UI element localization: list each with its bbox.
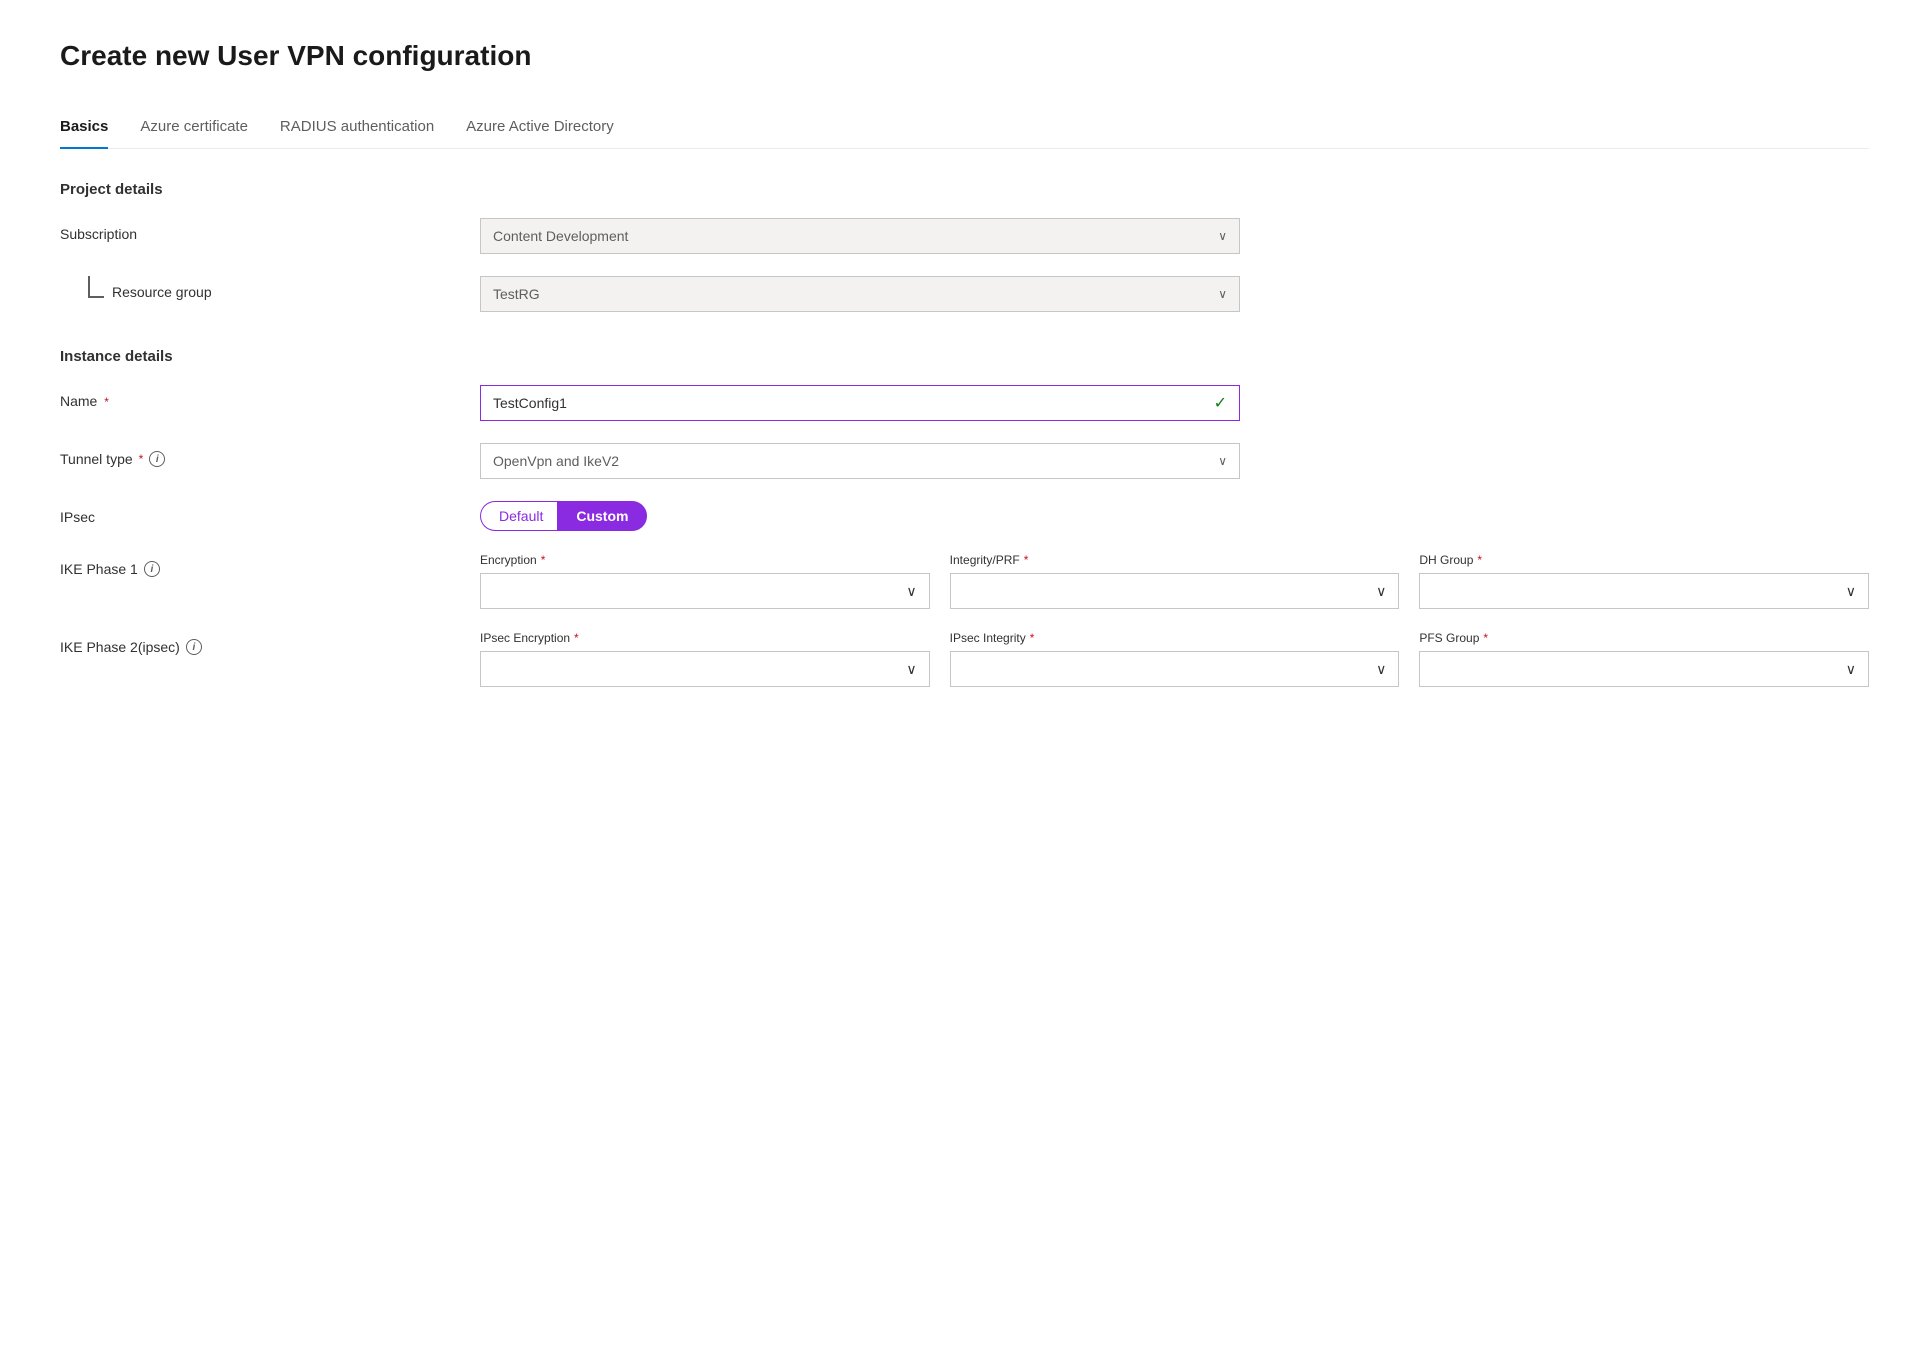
ike-phase1-dh-label-row: DH Group * xyxy=(1419,553,1869,567)
ike-phase1-dh-label: DH Group xyxy=(1419,553,1473,567)
name-row: Name * TestConfig1 ✓ xyxy=(60,385,1869,421)
name-label: Name xyxy=(60,393,97,409)
ike-phase2-ipsec-encryption-required: * xyxy=(574,631,579,645)
ike-phase2-info-icon[interactable]: i xyxy=(186,639,202,655)
ike-phase1-fields: Encryption * ∨ Integrity/PRF * ∨ xyxy=(480,553,1869,609)
ike-phase2-pfs-group: PFS Group * ∨ xyxy=(1419,631,1869,687)
tunnel-type-label-col: Tunnel type * i xyxy=(60,443,480,467)
ike-phase2-ipsec-encryption-chevron-icon: ∨ xyxy=(906,661,916,678)
tunnel-type-row: Tunnel type * i OpenVpn and IkeV2 ∨ xyxy=(60,443,1869,479)
ike-phase2-ipsec-encryption-dropdown[interactable]: ∨ xyxy=(480,651,930,687)
ike-phase1-dh-required: * xyxy=(1477,553,1482,567)
subscription-label: Subscription xyxy=(60,218,480,242)
ipsec-toggle-group: Default Custom xyxy=(480,501,1240,531)
project-details-section: Project details Subscription Content Dev… xyxy=(60,181,1869,312)
tabs-container: Basics Azure certificate RADIUS authenti… xyxy=(60,108,1869,149)
subscription-control: Content Development ∨ xyxy=(480,218,1240,254)
ike-phase1-dh-chevron-icon: ∨ xyxy=(1846,583,1856,600)
ike-phase2-ipsec-integrity-chevron-icon: ∨ xyxy=(1376,661,1386,678)
tunnel-type-label: Tunnel type xyxy=(60,451,133,467)
ike-phase2-ipsec-integrity-dropdown[interactable]: ∨ xyxy=(950,651,1400,687)
ike-phase2-ipsec-integrity-required: * xyxy=(1030,631,1035,645)
subscription-dropdown[interactable]: Content Development ∨ xyxy=(480,218,1240,254)
ike-phase2-label-col: IKE Phase 2(ipsec) i xyxy=(60,631,480,655)
subscription-value: Content Development xyxy=(493,228,628,244)
subscription-row: Subscription Content Development ∨ xyxy=(60,218,1869,254)
ipsec-label: IPsec xyxy=(60,501,480,525)
ike-phase2-ipsec-integrity-group: IPsec Integrity * ∨ xyxy=(950,631,1400,687)
instance-details-title: Instance details xyxy=(60,348,1869,365)
ike-phase2-row: IKE Phase 2(ipsec) i IPsec Encryption * … xyxy=(60,631,1869,687)
ike-phase2-label: IKE Phase 2(ipsec) xyxy=(60,639,180,655)
instance-details-section: Instance details Name * TestConfig1 ✓ Tu… xyxy=(60,348,1869,687)
ike-phase1-encryption-group: Encryption * ∨ xyxy=(480,553,930,609)
resource-group-row: Resource group TestRG ∨ xyxy=(60,276,1869,312)
resource-group-chevron-icon: ∨ xyxy=(1218,287,1227,301)
name-input[interactable]: TestConfig1 ✓ xyxy=(480,385,1240,421)
name-value: TestConfig1 xyxy=(493,395,567,411)
ike-phase2-ipsec-integrity-label: IPsec Integrity xyxy=(950,631,1026,645)
tunnel-type-value: OpenVpn and IkeV2 xyxy=(493,453,619,469)
resource-group-value: TestRG xyxy=(493,286,540,302)
ike-phase1-encryption-chevron-icon: ∨ xyxy=(906,583,916,600)
ike-phase1-integrity-dropdown[interactable]: ∨ xyxy=(950,573,1400,609)
ike-phase2-fields: IPsec Encryption * ∨ IPsec Integrity * ∨ xyxy=(480,631,1869,687)
ike-phase2-ipsec-encryption-group: IPsec Encryption * ∨ xyxy=(480,631,930,687)
ike-phase1-encryption-dropdown[interactable]: ∨ xyxy=(480,573,930,609)
ike-phase1-integrity-label-row: Integrity/PRF * xyxy=(950,553,1400,567)
tunnel-type-chevron-icon: ∨ xyxy=(1218,454,1227,468)
page-title: Create new User VPN configuration xyxy=(60,40,1869,72)
ike-phase1-encryption-label-row: Encryption * xyxy=(480,553,930,567)
ike-phase1-info-icon[interactable]: i xyxy=(144,561,160,577)
ike-phase2-ipsec-encryption-label-row: IPsec Encryption * xyxy=(480,631,930,645)
ike-phase1-encryption-label: Encryption xyxy=(480,553,537,567)
subscription-chevron-icon: ∨ xyxy=(1218,229,1227,243)
ipsec-custom-button[interactable]: Custom xyxy=(557,501,647,531)
ike-phase2-pfs-dropdown[interactable]: ∨ xyxy=(1419,651,1869,687)
ike-phase2-pfs-label: PFS Group xyxy=(1419,631,1479,645)
ipsec-row: IPsec Default Custom xyxy=(60,501,1869,531)
project-details-title: Project details xyxy=(60,181,1869,198)
tab-azure-active-directory[interactable]: Azure Active Directory xyxy=(466,108,614,149)
ipsec-control: Default Custom xyxy=(480,501,1240,531)
tab-basics[interactable]: Basics xyxy=(60,108,108,149)
tunnel-type-dropdown[interactable]: OpenVpn and IkeV2 ∨ xyxy=(480,443,1240,479)
resource-group-control: TestRG ∨ xyxy=(480,276,1240,312)
ike-phase1-integrity-chevron-icon: ∨ xyxy=(1376,583,1386,600)
ike-phase1-label: IKE Phase 1 xyxy=(60,561,138,577)
tab-azure-certificate[interactable]: Azure certificate xyxy=(140,108,248,149)
ike-phase1-integrity-group: Integrity/PRF * ∨ xyxy=(950,553,1400,609)
ike-phase2-ipsec-encryption-label: IPsec Encryption xyxy=(480,631,570,645)
tab-radius-authentication[interactable]: RADIUS authentication xyxy=(280,108,434,149)
ike-phase2-pfs-required: * xyxy=(1483,631,1488,645)
ike-phase2-ipsec-integrity-label-row: IPsec Integrity * xyxy=(950,631,1400,645)
name-control: TestConfig1 ✓ xyxy=(480,385,1240,421)
name-checkmark-icon: ✓ xyxy=(1214,393,1227,413)
ike-phase1-encryption-required: * xyxy=(541,553,546,567)
tunnel-type-required-star: * xyxy=(139,452,144,466)
ike-phase1-integrity-label: Integrity/PRF xyxy=(950,553,1020,567)
resource-group-label-col: Resource group xyxy=(60,276,480,300)
tunnel-type-info-icon[interactable]: i xyxy=(149,451,165,467)
name-label-col: Name * xyxy=(60,385,480,409)
ike-phase2-pfs-chevron-icon: ∨ xyxy=(1846,661,1856,678)
ike-phase1-dh-group: DH Group * ∨ xyxy=(1419,553,1869,609)
resource-group-label: Resource group xyxy=(60,284,480,300)
tunnel-type-control: OpenVpn and IkeV2 ∨ xyxy=(480,443,1240,479)
ipsec-default-button[interactable]: Default xyxy=(480,501,557,531)
ike-phase2-pfs-label-row: PFS Group * xyxy=(1419,631,1869,645)
ike-phase1-integrity-required: * xyxy=(1024,553,1029,567)
name-required-star: * xyxy=(104,395,109,409)
ike-phase1-label-col: IKE Phase 1 i xyxy=(60,553,480,577)
ike-phase1-row: IKE Phase 1 i Encryption * ∨ Integrity/P… xyxy=(60,553,1869,609)
resource-group-dropdown[interactable]: TestRG ∨ xyxy=(480,276,1240,312)
ike-phase1-dh-dropdown[interactable]: ∨ xyxy=(1419,573,1869,609)
